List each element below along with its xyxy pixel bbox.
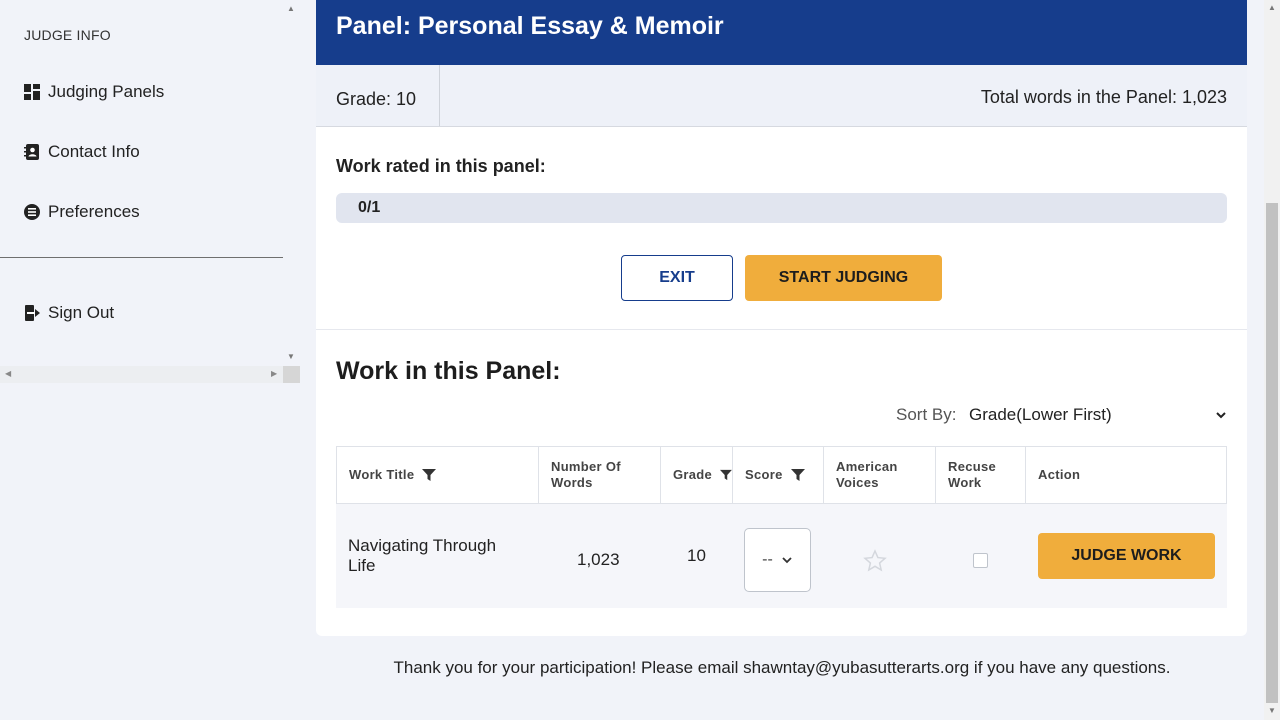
column-header-number-of-words: Number Of Words (539, 447, 661, 503)
column-header-score[interactable]: Score (733, 447, 824, 503)
recuse-checkbox[interactable] (973, 553, 988, 568)
filter-icon[interactable] (422, 468, 437, 482)
page-scrollbar-thumb[interactable] (1266, 203, 1278, 703)
sign-out-label: Sign Out (48, 303, 115, 322)
sidebar-item-label: Judging Panels (48, 82, 165, 101)
table-header: Work Title Number Of Words Grade Score A… (336, 446, 1227, 504)
work-rated-label: Work rated in this panel: (336, 156, 546, 176)
sign-out-icon (25, 305, 40, 321)
scroll-down-arrow-icon[interactable]: ▼ (1268, 706, 1276, 715)
sort-by-label: Sort By: (896, 405, 957, 424)
page-scrollbar[interactable]: ▲ ▼ (1264, 0, 1280, 720)
sidebar-horizontal-scrollbar[interactable]: ◀ ▶ (0, 366, 283, 383)
column-label: Work Title (349, 467, 415, 482)
work-title-cell: Navigating Through Life (348, 536, 497, 575)
sidebar-heading: JUDGE INFO (24, 27, 111, 43)
work-table: Work Title Number Of Words Grade Score A… (336, 446, 1227, 608)
dashboard-icon (24, 84, 40, 100)
sidebar-scroll-area: JUDGE INFO Judging Panels Contact Info P… (0, 0, 283, 366)
chevron-down-icon (782, 557, 792, 564)
column-label: Number Of Words (551, 459, 621, 490)
sidebar-vertical-scrollbar[interactable]: ▲ ▼ (283, 0, 300, 366)
rating-progress-text: 0/1 (358, 199, 381, 216)
column-label: Score (745, 467, 783, 482)
preferences-icon (24, 204, 40, 220)
scroll-right-arrow-icon[interactable]: ▶ (271, 369, 277, 378)
start-judging-button[interactable]: START JUDGING (745, 255, 942, 301)
score-select[interactable]: -- (744, 528, 811, 592)
exit-button[interactable]: EXIT (621, 255, 733, 301)
grade-cell: 10 (687, 546, 706, 565)
sidebar-item-label: Preferences (48, 202, 140, 221)
table-row: Navigating Through Life 1,023 10 -- JUDG… (336, 504, 1227, 608)
sidebar-item-judging-panels[interactable]: Judging Panels (24, 82, 164, 102)
scroll-up-arrow-icon[interactable]: ▲ (1268, 3, 1276, 12)
sidebar-item-label: Contact Info (48, 142, 140, 161)
column-header-american-voices: American Voices (824, 447, 936, 503)
column-label: Recuse Work (948, 459, 997, 490)
panel-title: Panel: Personal Essay & Memoir (316, 0, 1247, 65)
scroll-down-arrow-icon[interactable]: ▼ (287, 352, 295, 361)
sidebar-item-preferences[interactable]: Preferences (24, 202, 140, 222)
chevron-down-icon (1216, 412, 1226, 419)
column-header-action: Action (1026, 447, 1226, 503)
section-divider (316, 329, 1247, 330)
main-content: Panel: Personal Essay & Memoir Grade: 10… (300, 0, 1264, 720)
filter-icon[interactable] (720, 468, 732, 482)
sidebar-divider (0, 257, 283, 258)
panel-grade: Grade: 10 (316, 65, 440, 126)
scroll-up-arrow-icon[interactable]: ▲ (287, 4, 295, 13)
rating-progress-bar: 0/1 (336, 193, 1227, 223)
column-header-work-title[interactable]: Work Title (337, 447, 539, 503)
column-label: Grade (673, 467, 713, 482)
column-label: American Voices (836, 459, 898, 490)
panel-total-words: Total words in the Panel: 1,023 (980, 87, 1227, 107)
panel-info-row: Grade: 10 Total words in the Panel: 1,02… (316, 65, 1247, 127)
column-header-grade[interactable]: Grade (661, 447, 733, 503)
word-count-cell: 1,023 (577, 550, 620, 569)
column-label: Action (1038, 467, 1081, 482)
sort-by-value: Grade(Lower First) (969, 405, 1112, 424)
judge-work-button[interactable]: JUDGE WORK (1038, 533, 1215, 579)
scroll-left-arrow-icon[interactable]: ◀ (5, 369, 11, 378)
sidebar: JUDGE INFO Judging Panels Contact Info P… (0, 0, 300, 720)
star-icon[interactable] (863, 549, 887, 573)
sort-by-select[interactable]: Grade(Lower First) (969, 405, 1227, 425)
sign-out-button[interactable]: Sign Out (24, 303, 114, 323)
score-value: -- (762, 551, 773, 568)
column-header-recuse-work: Recuse Work (936, 447, 1026, 503)
footer-message: Thank you for your participation! Please… (393, 658, 1171, 677)
filter-icon[interactable] (790, 468, 805, 482)
contact-book-icon (24, 144, 39, 160)
panel-card: Panel: Personal Essay & Memoir Grade: 10… (316, 0, 1247, 636)
scrollbar-corner (283, 366, 300, 383)
work-section-heading: Work in this Panel: (336, 357, 561, 385)
sidebar-item-contact-info[interactable]: Contact Info (24, 142, 140, 162)
